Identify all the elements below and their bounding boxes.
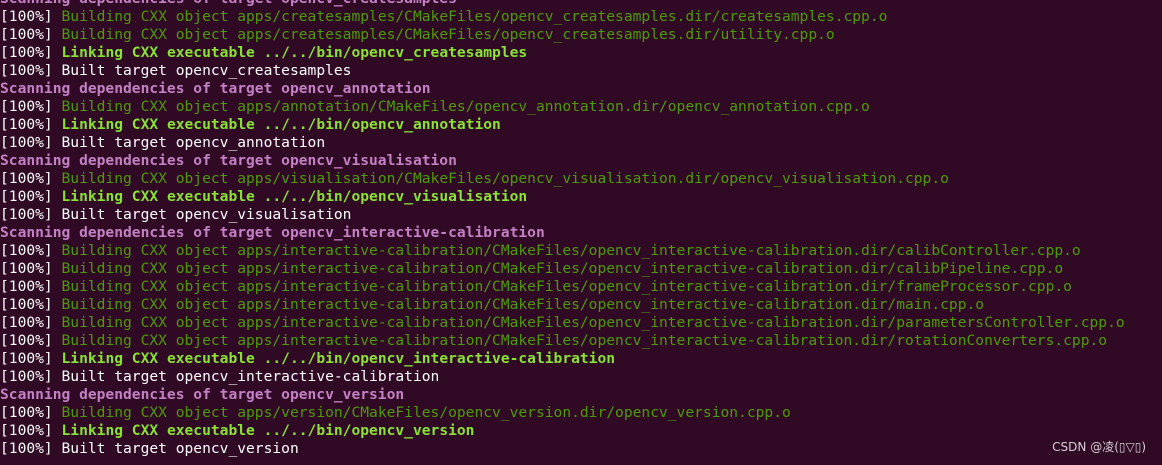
terminal-line: [100%] Building CXX object apps/createsa… xyxy=(0,26,1162,44)
line-text-link: Linking CXX executable ../../bin/opencv_… xyxy=(61,44,528,61)
progress-prefix: [100%] xyxy=(0,8,62,25)
progress-prefix: [100%] xyxy=(0,116,62,133)
progress-prefix: [100%] xyxy=(0,134,62,151)
line-text-build: Building CXX object apps/interactive-cal… xyxy=(61,260,1064,277)
line-text-built: Built target opencv_visualisation xyxy=(61,206,352,223)
line-text-built: Built target opencv_interactive-calibrat… xyxy=(61,368,440,385)
line-text-build: Building CXX object apps/annotation/CMak… xyxy=(61,98,870,115)
progress-prefix: [100%] xyxy=(0,314,62,331)
line-text-build: Building CXX object apps/interactive-cal… xyxy=(61,314,1125,331)
terminal-line: [100%] Linking CXX executable ../../bin/… xyxy=(0,422,1162,440)
terminal-line: [100%] Building CXX object apps/interact… xyxy=(0,260,1162,278)
line-text-scan: Scanning dependencies of target opencv_a… xyxy=(0,80,431,97)
progress-prefix: [100%] xyxy=(0,278,62,295)
progress-prefix: [100%] xyxy=(0,206,62,223)
progress-prefix: [100%] xyxy=(0,440,62,457)
line-text-scan: Scanning dependencies of target opencv_c… xyxy=(0,0,457,7)
terminal-line: [100%] Building CXX object apps/annotati… xyxy=(0,98,1162,116)
terminal-line: [100%] Linking CXX executable ../../bin/… xyxy=(0,44,1162,62)
line-text-built: Built target opencv_annotation xyxy=(61,134,326,151)
progress-prefix: [100%] xyxy=(0,62,62,79)
terminal-line: [100%] Linking CXX executable ../../bin/… xyxy=(0,350,1162,368)
terminal-line: Scanning dependencies of target opencv_v… xyxy=(0,152,1162,170)
terminal-line: [100%] Building CXX object apps/interact… xyxy=(0,314,1162,332)
line-text-build: Building CXX object apps/createsamples/C… xyxy=(61,26,835,43)
progress-prefix: [100%] xyxy=(0,260,62,277)
terminal-line: [100%] Built target opencv_createsamples xyxy=(0,62,1162,80)
progress-prefix: [100%] xyxy=(0,422,62,439)
line-text-build: Building CXX object apps/interactive-cal… xyxy=(61,278,1072,295)
line-text-build: Building CXX object apps/interactive-cal… xyxy=(61,242,1081,259)
progress-prefix: [100%] xyxy=(0,332,62,349)
terminal-line: [100%] Building CXX object apps/interact… xyxy=(0,296,1162,314)
line-text-link: Linking CXX executable ../../bin/opencv_… xyxy=(61,422,475,439)
terminal-line: [100%] Building CXX object apps/version/… xyxy=(0,404,1162,422)
terminal-line: [100%] Built target opencv_interactive-c… xyxy=(0,368,1162,386)
progress-prefix: [100%] xyxy=(0,44,62,61)
terminal-line: Scanning dependencies of target opencv_v… xyxy=(0,386,1162,404)
line-text-scan: Scanning dependencies of target opencv_v… xyxy=(0,152,457,169)
csdn-watermark: CSDN @凌(▯▽▯) xyxy=(1052,440,1146,454)
terminal-line: [100%] Built target opencv_version xyxy=(0,440,1162,458)
terminal-line: [100%] Built target opencv_annotation xyxy=(0,134,1162,152)
terminal-line: [100%] Building CXX object apps/interact… xyxy=(0,332,1162,350)
terminal-line: Scanning dependencies of target opencv_a… xyxy=(0,80,1162,98)
terminal-line: [100%] Linking CXX executable ../../bin/… xyxy=(0,188,1162,206)
terminal-line: [100%] Building CXX object apps/interact… xyxy=(0,278,1162,296)
terminal-line: Scanning dependencies of target opencv_i… xyxy=(0,224,1162,242)
line-text-built: Built target opencv_createsamples xyxy=(61,62,352,79)
progress-prefix: [100%] xyxy=(0,296,62,313)
terminal-line: Scanning dependencies of target opencv_c… xyxy=(0,0,1162,8)
progress-prefix: [100%] xyxy=(0,188,62,205)
terminal-line: [100%] Building CXX object apps/visualis… xyxy=(0,170,1162,188)
line-text-link: Linking CXX executable ../../bin/opencv_… xyxy=(61,350,616,367)
progress-prefix: [100%] xyxy=(0,98,62,115)
line-text-build: Building CXX object apps/version/CMakeFi… xyxy=(61,404,791,421)
terminal-line: [100%] Building CXX object apps/createsa… xyxy=(0,8,1162,26)
terminal-line: [100%] Linking CXX executable ../../bin/… xyxy=(0,116,1162,134)
progress-prefix: [100%] xyxy=(0,26,62,43)
line-text-build: Building CXX object apps/createsamples/C… xyxy=(61,8,888,25)
line-text-link: Linking CXX executable ../../bin/opencv_… xyxy=(61,116,501,133)
terminal-output[interactable]: Scanning dependencies of target opencv_c… xyxy=(0,0,1162,458)
terminal-line: [100%] Built target opencv_visualisation xyxy=(0,206,1162,224)
progress-prefix: [100%] xyxy=(0,368,62,385)
line-text-build: Building CXX object apps/interactive-cal… xyxy=(61,296,985,313)
progress-prefix: [100%] xyxy=(0,350,62,367)
line-text-build: Building CXX object apps/visualisation/C… xyxy=(61,170,949,187)
line-text-built: Built target opencv_version xyxy=(61,440,299,457)
terminal-line: [100%] Building CXX object apps/interact… xyxy=(0,242,1162,260)
line-text-link: Linking CXX executable ../../bin/opencv_… xyxy=(61,188,528,205)
progress-prefix: [100%] xyxy=(0,404,62,421)
line-text-scan: Scanning dependencies of target opencv_i… xyxy=(0,224,545,241)
progress-prefix: [100%] xyxy=(0,170,62,187)
line-text-build: Building CXX object apps/interactive-cal… xyxy=(61,332,1108,349)
line-text-scan: Scanning dependencies of target opencv_v… xyxy=(0,386,405,403)
progress-prefix: [100%] xyxy=(0,242,62,259)
